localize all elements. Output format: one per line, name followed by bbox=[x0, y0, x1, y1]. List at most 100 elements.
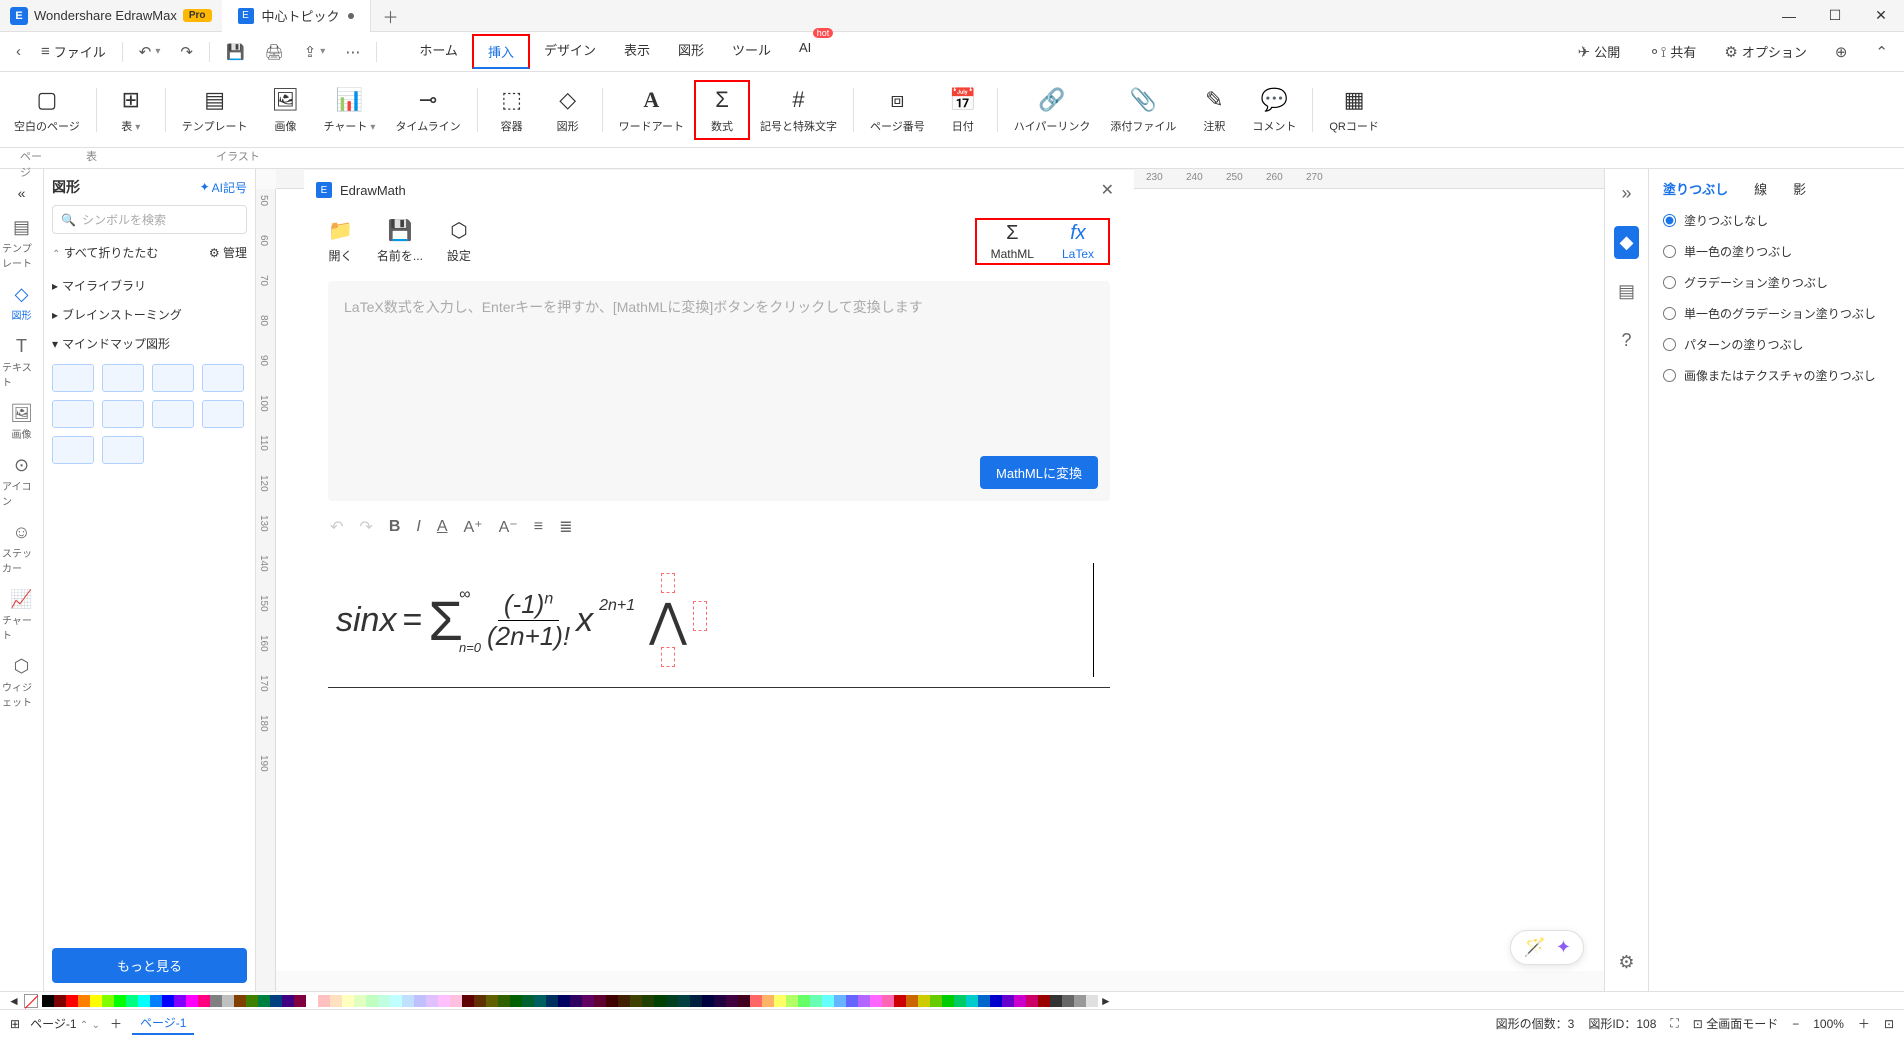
sidebar-text[interactable]: Tテキスト bbox=[0, 330, 43, 395]
layout-icon[interactable]: ⊞ bbox=[10, 1017, 20, 1031]
color-swatch[interactable] bbox=[618, 995, 630, 1007]
color-swatch[interactable] bbox=[954, 995, 966, 1007]
color-swatch[interactable] bbox=[186, 995, 198, 1007]
color-swatch[interactable] bbox=[78, 995, 90, 1007]
color-swatch[interactable] bbox=[390, 995, 402, 1007]
color-swatch[interactable] bbox=[606, 995, 618, 1007]
color-swatch[interactable] bbox=[1086, 995, 1098, 1007]
fill-solid[interactable]: 単一色の塗りつぶし bbox=[1663, 243, 1890, 260]
color-swatch[interactable] bbox=[126, 995, 138, 1007]
rc-settings-icon[interactable]: ⚙ bbox=[1612, 946, 1640, 979]
ribbon-qrcode[interactable]: ▦QRコード bbox=[1319, 82, 1389, 138]
fontsize-inc-icon[interactable]: A⁺ bbox=[464, 517, 483, 537]
color-swatch[interactable] bbox=[414, 995, 426, 1007]
math-saveas[interactable]: 💾名前を... bbox=[377, 218, 423, 264]
undo-icon[interactable]: ↶ bbox=[330, 517, 343, 537]
sidebar-icon[interactable]: ⊙アイコン bbox=[0, 449, 43, 514]
fontsize-dec-icon[interactable]: A⁻ bbox=[499, 517, 518, 537]
color-swatch[interactable] bbox=[1062, 995, 1074, 1007]
color-swatch[interactable] bbox=[870, 995, 882, 1007]
color-swatch[interactable] bbox=[258, 995, 270, 1007]
share-button[interactable]: ⚬⟟共有 bbox=[1640, 38, 1704, 65]
color-swatch[interactable] bbox=[630, 995, 642, 1007]
color-swatch[interactable] bbox=[690, 995, 702, 1007]
ribbon-chart[interactable]: 📊チャート ▾ bbox=[313, 82, 385, 138]
collapse-all[interactable]: ⌃ すべて折りたたむ bbox=[52, 244, 158, 261]
color-swatch[interactable] bbox=[582, 995, 594, 1007]
collapse-ribbon[interactable]: ⌃ bbox=[1867, 39, 1896, 65]
color-swatch[interactable] bbox=[654, 995, 666, 1007]
menu-insert[interactable]: 挿入 bbox=[472, 34, 530, 69]
sparkle-icon[interactable]: ✦ bbox=[1556, 937, 1571, 958]
ribbon-container[interactable]: ⬚容器 bbox=[484, 82, 540, 138]
rc-page-icon[interactable]: ▤ bbox=[1612, 275, 1641, 308]
color-swatch[interactable] bbox=[510, 995, 522, 1007]
back-button[interactable]: ‹ bbox=[8, 39, 29, 64]
fill-image[interactable]: 画像またはテクスチャの塗りつぶし bbox=[1663, 367, 1890, 384]
color-swatch[interactable] bbox=[750, 995, 762, 1007]
bold-icon[interactable]: B bbox=[389, 518, 401, 536]
math-open[interactable]: 📁開く bbox=[328, 218, 353, 264]
redo-button[interactable]: ↷ bbox=[172, 39, 201, 65]
color-swatch[interactable] bbox=[54, 995, 66, 1007]
ribbon-attachment[interactable]: 📎添付ファイル bbox=[1100, 82, 1186, 138]
formula-preview[interactable]: sinx= Σ ∞ n=0 (-1)n (2n+1)! x2n+1 ⋀ bbox=[328, 553, 1110, 688]
menu-ai[interactable]: AI hot bbox=[785, 34, 825, 69]
tab-shadow[interactable]: 影 bbox=[1793, 179, 1806, 198]
color-swatch[interactable] bbox=[846, 995, 858, 1007]
ribbon-comment[interactable]: 💬コメント bbox=[1242, 82, 1306, 138]
cat-brainstorm[interactable]: ▸ ブレインストーミング bbox=[52, 300, 247, 329]
color-swatch[interactable] bbox=[594, 995, 606, 1007]
color-swatch[interactable] bbox=[642, 995, 654, 1007]
color-swatch[interactable] bbox=[978, 995, 990, 1007]
sidebar-collapse[interactable]: « bbox=[10, 177, 34, 209]
shape-thumb[interactable] bbox=[52, 436, 94, 464]
shape-thumb[interactable] bbox=[102, 400, 144, 428]
align-center-icon[interactable]: ≣ bbox=[559, 517, 572, 537]
color-swatch[interactable] bbox=[318, 995, 330, 1007]
menu-view[interactable]: 表示 bbox=[610, 34, 664, 69]
ribbon-note[interactable]: ✎注釈 bbox=[1186, 82, 1242, 138]
color-swatch[interactable] bbox=[270, 995, 282, 1007]
rc-help-icon[interactable]: ? bbox=[1615, 324, 1637, 357]
menu-shape[interactable]: 図形 bbox=[664, 34, 718, 69]
color-swatch[interactable] bbox=[834, 995, 846, 1007]
print-button[interactable]: 🖨 bbox=[257, 39, 292, 65]
color-swatch[interactable] bbox=[138, 995, 150, 1007]
color-swatch[interactable] bbox=[990, 995, 1002, 1007]
fit-icon[interactable]: ⛶ bbox=[1670, 1016, 1678, 1031]
shape-thumb[interactable] bbox=[52, 400, 94, 428]
close-button[interactable]: ✕ bbox=[1858, 0, 1904, 32]
ribbon-blank-page[interactable]: ▢空白のページ bbox=[4, 82, 90, 138]
color-swatch[interactable] bbox=[354, 995, 366, 1007]
color-swatch[interactable] bbox=[234, 995, 246, 1007]
shape-thumb[interactable] bbox=[202, 364, 244, 392]
color-swatch[interactable] bbox=[174, 995, 186, 1007]
color-swatch[interactable] bbox=[1026, 995, 1038, 1007]
color-swatch[interactable] bbox=[1074, 995, 1086, 1007]
rc-expand[interactable]: » bbox=[1615, 177, 1637, 210]
color-swatch[interactable] bbox=[438, 995, 450, 1007]
zoom-fit-icon[interactable]: ⊡ bbox=[1884, 1017, 1894, 1031]
color-swatch[interactable] bbox=[822, 995, 834, 1007]
color-swatch[interactable] bbox=[66, 995, 78, 1007]
export-button[interactable]: ⇪▾ bbox=[296, 39, 334, 65]
tab-line[interactable]: 線 bbox=[1754, 179, 1767, 198]
fill-none[interactable]: 塗りつぶしなし bbox=[1663, 212, 1890, 229]
document-tab[interactable]: E 中心トピック bbox=[222, 0, 371, 32]
ribbon-date[interactable]: 📅日付 bbox=[935, 82, 991, 138]
color-swatch[interactable] bbox=[714, 995, 726, 1007]
color-swatch[interactable] bbox=[1014, 995, 1026, 1007]
shape-thumb[interactable] bbox=[202, 400, 244, 428]
color-swatch[interactable] bbox=[90, 995, 102, 1007]
ribbon-wordart[interactable]: Aワードアート bbox=[609, 82, 694, 138]
file-menu[interactable]: ≡ファイル bbox=[33, 38, 114, 65]
shape-thumb[interactable] bbox=[152, 364, 194, 392]
add-tab-button[interactable]: ＋ bbox=[371, 4, 411, 28]
color-swatch[interactable] bbox=[786, 995, 798, 1007]
menu-tool[interactable]: ツール bbox=[718, 34, 785, 69]
color-swatch[interactable] bbox=[150, 995, 162, 1007]
sidebar-chart[interactable]: 📈チャート bbox=[0, 583, 43, 648]
color-swatch[interactable] bbox=[666, 995, 678, 1007]
shape-thumb[interactable] bbox=[102, 436, 144, 464]
